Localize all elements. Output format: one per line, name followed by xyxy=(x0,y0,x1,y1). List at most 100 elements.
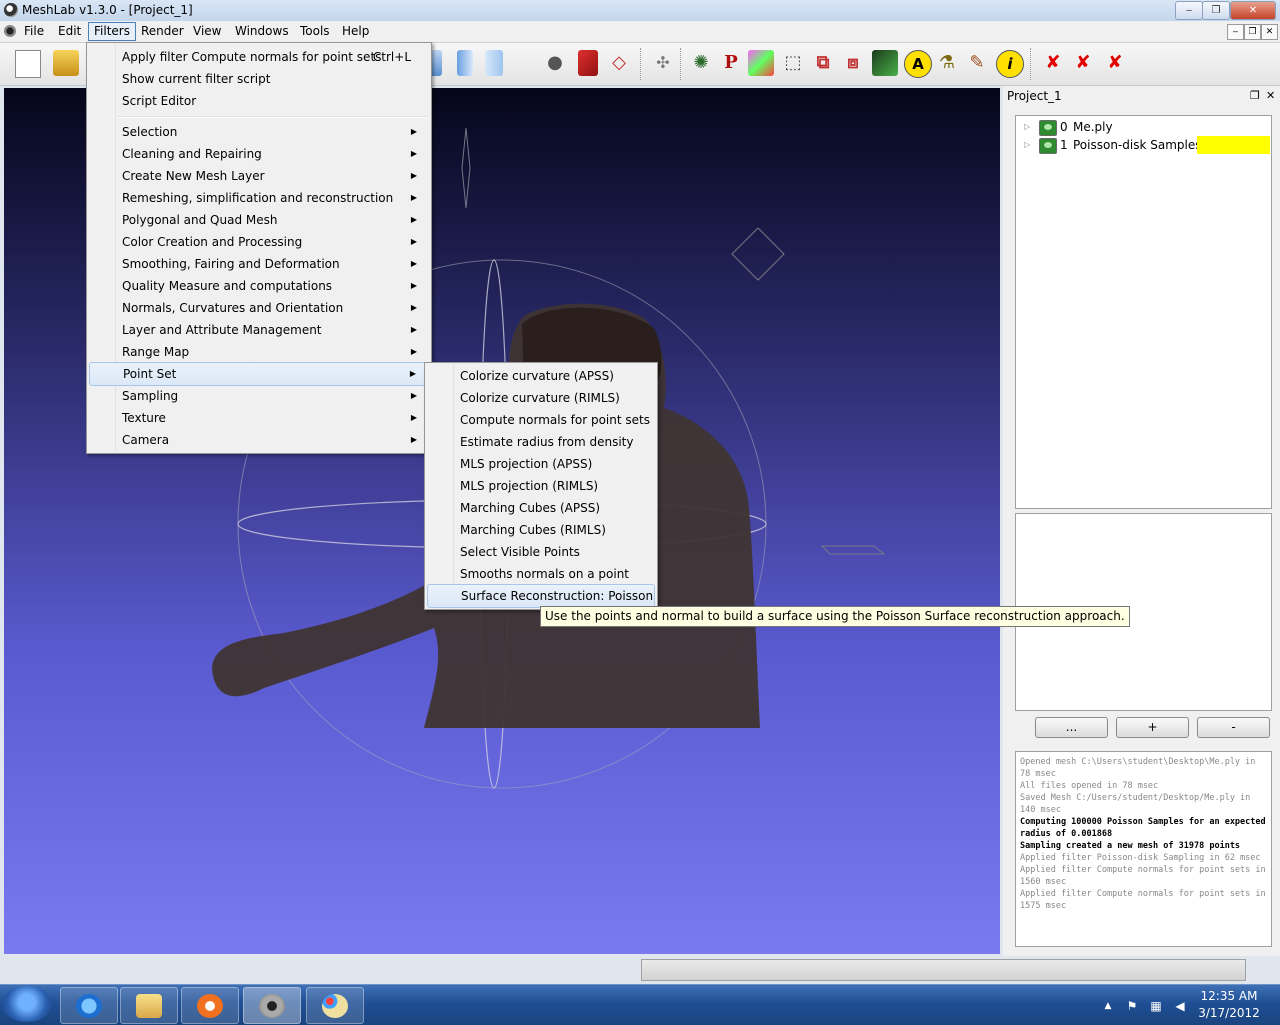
align-icon[interactable]: A xyxy=(904,50,932,78)
menu-edit[interactable]: Edit xyxy=(53,23,86,40)
submenu-range-map[interactable]: Range Map ▶ xyxy=(89,341,429,363)
submenu-smoothing[interactable]: Smoothing, Fairing and Deformation ▶ xyxy=(89,253,429,275)
info-icon[interactable]: i xyxy=(996,50,1024,78)
volume-icon[interactable]: ◀ xyxy=(1172,998,1188,1014)
cylinder-flat-icon[interactable] xyxy=(457,50,473,76)
mdi-close-button[interactable]: ✕ xyxy=(1261,24,1278,40)
light-bulb-icon[interactable]: ● xyxy=(546,50,564,76)
more-button[interactable]: ... xyxy=(1035,717,1108,738)
estimate-radius-item[interactable]: Estimate radius from density xyxy=(427,431,655,453)
menu-file[interactable]: File xyxy=(19,23,49,40)
layer-row[interactable]: ▷ 0 Me.ply xyxy=(1016,118,1271,136)
close-button[interactable]: ✕ xyxy=(1230,1,1276,20)
mdi-restore-button[interactable]: ❐ xyxy=(1244,24,1261,40)
mls-projection-apss-item[interactable]: MLS projection (APSS) xyxy=(427,453,655,475)
action-center-flag-icon[interactable]: ⚑ xyxy=(1124,998,1140,1014)
select-faces-icon[interactable]: ⬚ xyxy=(780,50,806,76)
colorize-curvature-apss-item[interactable]: Colorize curvature (APSS) xyxy=(427,365,655,387)
taskbar-meshlab[interactable] xyxy=(243,987,301,1024)
taskbar-internet-explorer[interactable] xyxy=(60,987,118,1024)
colorize-curvature-rimls-item[interactable]: Colorize curvature (RIMLS) xyxy=(427,387,655,409)
taskbar-media-player[interactable] xyxy=(181,987,239,1024)
expand-arrow-icon[interactable]: ▷ xyxy=(1024,118,1030,136)
layer-list: ▷ 0 Me.ply ▷ 1 Poisson-disk Samples * xyxy=(1015,115,1272,509)
internet-explorer-icon xyxy=(76,994,102,1018)
expand-arrow-icon[interactable]: ▷ xyxy=(1024,136,1030,154)
fill-icon[interactable]: ⚗ xyxy=(934,50,960,76)
menu-help[interactable]: Help xyxy=(337,23,374,40)
submenu-normals[interactable]: Normals, Curvatures and Orientation ▶ xyxy=(89,297,429,319)
texture-icon[interactable] xyxy=(578,50,598,76)
submenu-create-mesh[interactable]: Create New Mesh Layer ▶ xyxy=(89,165,429,187)
meshlab-eye-icon xyxy=(259,994,285,1018)
menu-filters[interactable]: Filters xyxy=(88,22,136,41)
show-filter-script-item[interactable]: Show current filter script xyxy=(89,68,429,90)
delete-faces-icon[interactable]: ✘ xyxy=(1070,50,1096,76)
select-visible-points-item[interactable]: Select Visible Points xyxy=(427,541,655,563)
window-title: MeshLab v1.3.0 - [Project_1] xyxy=(22,3,193,17)
apply-filter-item[interactable]: Apply filter Compute normals for point s… xyxy=(89,46,429,68)
mls-projection-rimls-item[interactable]: MLS projection (RIMLS) xyxy=(427,475,655,497)
measure-icon[interactable] xyxy=(872,50,898,76)
show-hidden-icons[interactable]: ▲ xyxy=(1100,998,1116,1014)
submenu-remeshing[interactable]: Remeshing, simplification and reconstruc… xyxy=(89,187,429,209)
remove-button[interactable]: - xyxy=(1197,717,1270,738)
filter-tooltip: Use the points and normal to build a sur… xyxy=(540,606,1130,627)
maximize-button[interactable]: ❐ xyxy=(1202,1,1230,20)
submenu-sampling[interactable]: Sampling ▶ xyxy=(89,385,429,407)
submenu-layer[interactable]: Layer and Attribute Management ▶ xyxy=(89,319,429,341)
paint-p-icon[interactable]: P xyxy=(718,50,744,76)
current-layer-highlight xyxy=(1197,136,1270,154)
script-editor-item[interactable]: Script Editor xyxy=(89,90,429,112)
cylinder-smooth-icon[interactable] xyxy=(485,50,503,76)
add-button[interactable]: + xyxy=(1116,717,1189,738)
submenu-polygonal[interactable]: Polygonal and Quad Mesh ▶ xyxy=(89,209,429,231)
delete-selection-icon[interactable]: ✘ xyxy=(1040,50,1066,76)
brush-icon[interactable]: ✎ xyxy=(964,50,990,76)
menu-windows[interactable]: Windows xyxy=(230,23,294,40)
submenu-texture[interactable]: Texture ▶ xyxy=(89,407,429,429)
network-icon[interactable]: ▦ xyxy=(1148,998,1164,1014)
start-button[interactable] xyxy=(2,986,52,1022)
progress-bar xyxy=(641,959,1246,981)
submenu-point-set[interactable]: Point Set ▶ xyxy=(89,362,429,386)
log-line: Computing 100000 Poisson Samples for an … xyxy=(1020,817,1266,839)
texture-wire-icon[interactable]: ◇ xyxy=(608,50,630,76)
marching-cubes-apss-item[interactable]: Marching Cubes (APSS) xyxy=(427,497,655,519)
marching-cubes-rimls-item[interactable]: Marching Cubes (RIMLS) xyxy=(427,519,655,541)
close-panel-icon[interactable]: ✕ xyxy=(1266,89,1275,102)
menu-tools[interactable]: Tools xyxy=(295,23,335,40)
visibility-eye-icon[interactable] xyxy=(1039,138,1057,154)
meshlab-app-icon xyxy=(4,3,18,17)
new-document-icon[interactable] xyxy=(15,50,41,78)
filters-menu: Apply filter Compute normals for point s… xyxy=(86,42,432,454)
open-folder-icon[interactable] xyxy=(53,50,79,76)
float-panel-icon[interactable]: ❐ xyxy=(1250,89,1260,102)
submenu-camera[interactable]: Camera ▶ xyxy=(89,429,429,451)
submenu-color[interactable]: Color Creation and Processing ▶ xyxy=(89,231,429,253)
clock-date: 3/17/2012 xyxy=(1198,1006,1260,1020)
menu-render[interactable]: Render xyxy=(136,23,189,40)
layer-index: 0 xyxy=(1060,120,1068,134)
select-connected-icon[interactable]: ⧈ xyxy=(840,50,866,76)
color-paint-icon[interactable] xyxy=(748,50,774,76)
globe-icon[interactable]: ✺ xyxy=(688,50,714,76)
smooth-normals-item[interactable]: Smooths normals on a point sets xyxy=(427,563,655,603)
menu-view[interactable]: View xyxy=(188,23,226,40)
taskbar-paint[interactable] xyxy=(306,987,364,1024)
taskbar-clock[interactable]: 12:35 AM 3/17/2012 xyxy=(1196,988,1262,1022)
taskbar-windows-explorer[interactable] xyxy=(120,987,178,1024)
select-vertices-icon[interactable]: ⧉ xyxy=(810,50,836,76)
toolbar-separator xyxy=(640,48,643,80)
compute-normals-item[interactable]: Compute normals for point sets xyxy=(427,409,655,431)
mdi-minimize-button[interactable]: ‒ xyxy=(1227,24,1244,40)
submenu-quality[interactable]: Quality Measure and computations ▶ xyxy=(89,275,429,297)
delete-vertices-icon[interactable]: ✘ xyxy=(1102,50,1128,76)
visibility-eye-icon[interactable] xyxy=(1039,120,1057,136)
surface-reconstruction-poisson-item[interactable]: Surface Reconstruction: Poisson xyxy=(427,584,655,608)
submenu-selection[interactable]: Selection ▶ xyxy=(89,121,429,143)
mdi-eye-icon xyxy=(4,25,16,37)
pick-tool-icon[interactable]: ✣ xyxy=(650,50,676,76)
minimize-button[interactable]: ‒ xyxy=(1175,1,1203,20)
submenu-cleaning[interactable]: Cleaning and Repairing ▶ xyxy=(89,143,429,165)
